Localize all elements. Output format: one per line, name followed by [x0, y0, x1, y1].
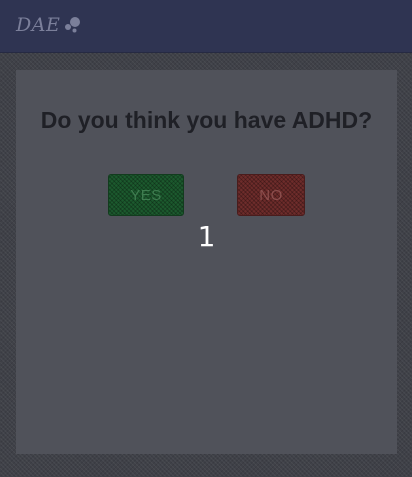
- poll-question: Do you think you have ADHD?: [40, 107, 373, 133]
- yes-button[interactable]: YES: [108, 174, 184, 216]
- top-bar: DAE: [0, 0, 412, 53]
- poll-panel: Do you think you have ADHD? YES NO 1: [16, 70, 397, 454]
- bubbles-logo-icon: [65, 17, 81, 33]
- vote-counter: 1: [197, 220, 216, 253]
- brand-text: DAE: [16, 14, 61, 36]
- brand-logo[interactable]: DAE: [16, 14, 82, 36]
- no-button[interactable]: NO: [237, 174, 305, 216]
